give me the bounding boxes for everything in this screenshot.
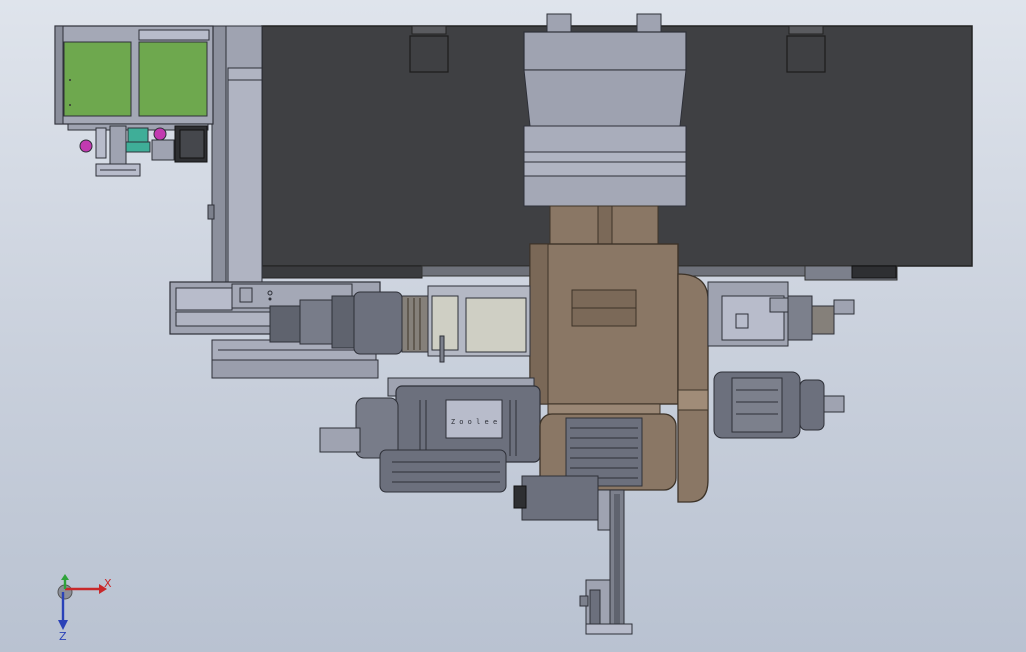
triad-x-label: X bbox=[104, 577, 112, 590]
coordinate-triad: X Z bbox=[57, 574, 112, 643]
gearbox-housing[interactable] bbox=[523, 13, 687, 207]
cad-assembly-drawing: Z o o l e e X Z bbox=[54, 13, 973, 643]
pressure-gauge-icon bbox=[79, 139, 93, 153]
green-panel-left bbox=[63, 41, 132, 117]
pneumatic-fittings[interactable] bbox=[79, 125, 208, 177]
pressure-gauge-icon-2 bbox=[153, 127, 167, 141]
right-upper-motor[interactable] bbox=[707, 281, 855, 347]
belt-guard[interactable] bbox=[677, 273, 709, 503]
valve-green-part bbox=[127, 127, 149, 143]
triad-z-label: Z bbox=[59, 630, 67, 643]
control-box[interactable] bbox=[54, 25, 214, 131]
right-lower-motor[interactable] bbox=[713, 371, 845, 439]
coupling-block[interactable] bbox=[427, 285, 531, 363]
green-panel-right bbox=[138, 41, 208, 117]
motor-nameplate-text: Z o o l e e bbox=[451, 418, 497, 426]
spindle-column[interactable] bbox=[529, 205, 679, 415]
cad-viewport[interactable]: Z o o l e e X Z bbox=[0, 0, 1026, 652]
lower-left-motors[interactable]: Z o o l e e bbox=[319, 377, 541, 493]
left-frame[interactable] bbox=[207, 25, 263, 287]
